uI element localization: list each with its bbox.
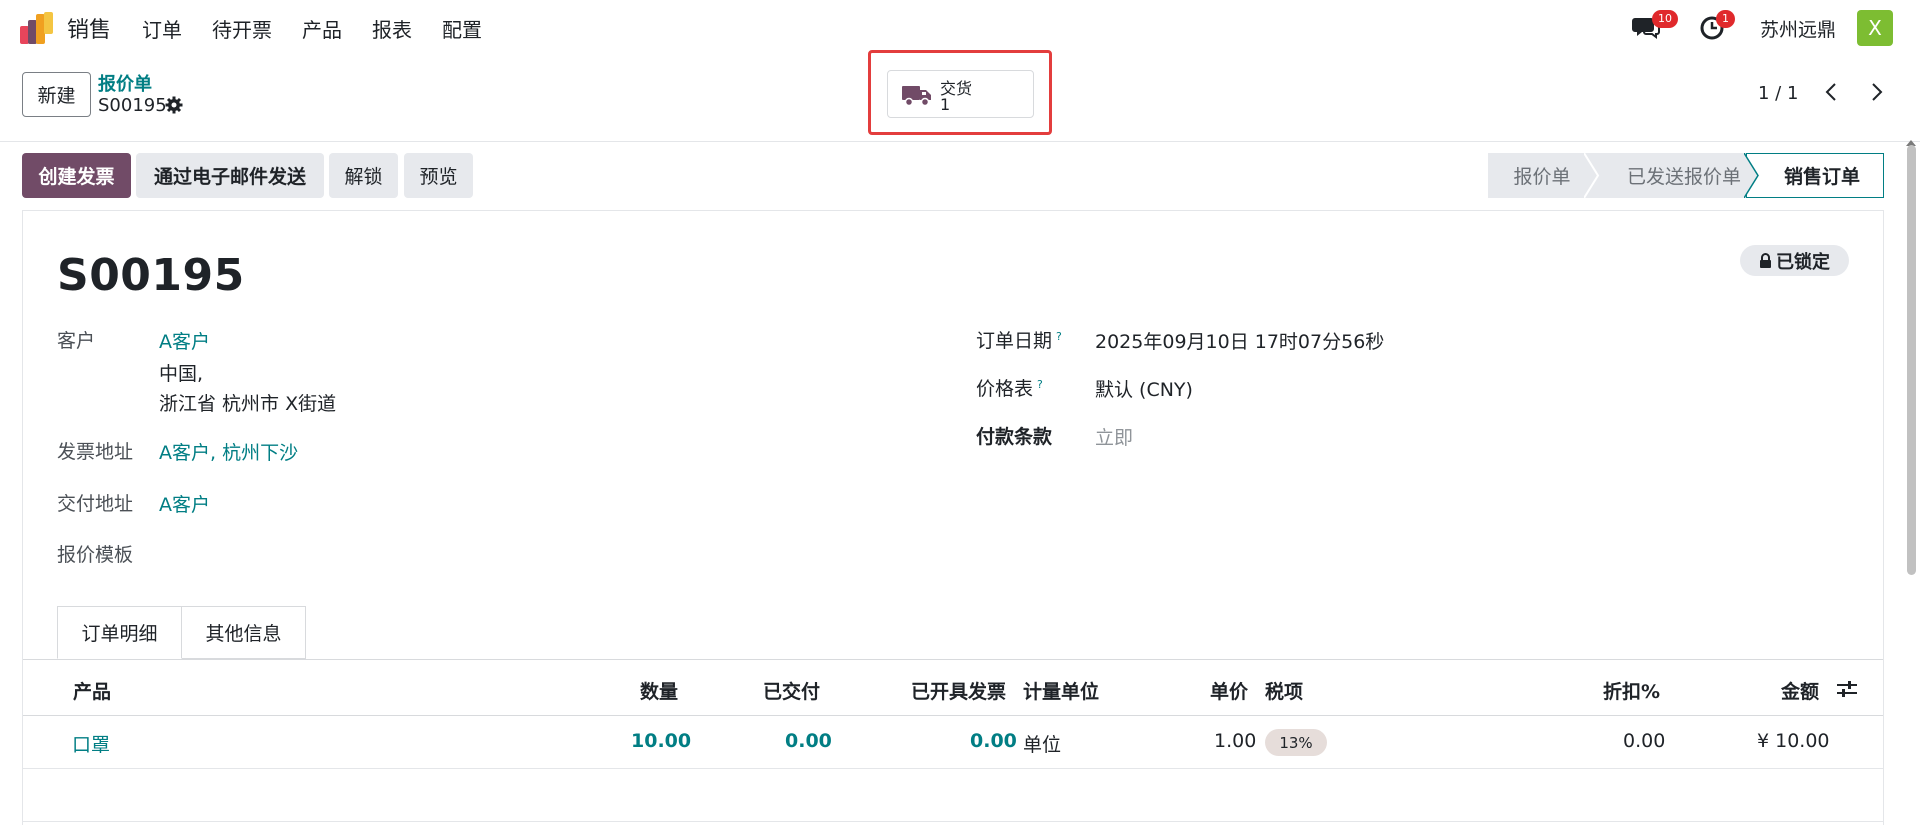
locked-label: 已锁定 <box>1776 251 1830 273</box>
col-product[interactable]: 产品 <box>73 677 111 704</box>
stage-quotation-sent[interactable]: 已发送报价单 <box>1588 153 1758 198</box>
pager-value[interactable]: 1 / 1 <box>1758 83 1798 104</box>
help-tooltip-icon[interactable]: ? <box>1056 330 1062 343</box>
menu-products[interactable]: 产品 <box>302 14 342 43</box>
cell-invoiced[interactable]: 0.00 <box>970 730 1017 752</box>
send-email-button[interactable]: 通过电子邮件发送 <box>136 153 324 198</box>
app-name[interactable]: 销售 <box>67 12 111 44</box>
column-settings-icon[interactable] <box>1836 679 1858 699</box>
col-invoiced[interactable]: 已开具发票 <box>911 677 1006 704</box>
col-discount[interactable]: 折扣% <box>1603 677 1660 704</box>
control-panel-divider <box>0 141 1920 142</box>
create-invoice-button[interactable]: 创建发票 <box>22 153 131 198</box>
lock-icon <box>1760 253 1771 268</box>
quotation-template-label: 报价模板 <box>57 544 134 566</box>
status-bar: 报价单 已发送报价单 销售订单 <box>1488 153 1884 198</box>
company-switcher[interactable]: 苏州远鼎 <box>1760 15 1836 42</box>
help-tooltip-icon[interactable]: ? <box>1037 378 1043 391</box>
delivery-address-field[interactable]: A客户 <box>159 490 210 517</box>
tab-other-info[interactable]: 其他信息 <box>182 606 306 659</box>
delivery-count: 1 <box>940 95 951 114</box>
col-amount[interactable]: 金额 <box>1781 677 1819 704</box>
breadcrumb-current: S00195 <box>98 95 167 116</box>
col-taxes[interactable]: 税项 <box>1265 677 1303 704</box>
scrollbar-thumb[interactable] <box>1907 145 1916 575</box>
new-button[interactable]: 新建 <box>22 72 91 117</box>
col-unit-price[interactable]: 单价 <box>1210 677 1248 704</box>
top-navbar: 销售 订单 待开票 产品 报表 配置 10 1 苏州远鼎 X <box>0 0 1920 55</box>
delivery-address-label: 交付地址 <box>57 493 134 515</box>
cell-delivered[interactable]: 0.00 <box>785 730 832 752</box>
tab-order-lines[interactable]: 订单明细 <box>57 606 182 659</box>
stage-separator <box>1744 153 1759 198</box>
delivery-smart-button[interactable]: 交货 1 <box>887 70 1034 118</box>
empty-table-row <box>23 769 1883 822</box>
cell-product[interactable]: 口罩 <box>72 730 110 757</box>
pricelist-label: 价格表? <box>976 374 1043 401</box>
main-menu: 订单 待开票 产品 报表 配置 <box>142 14 512 43</box>
cell-unit-price[interactable]: 1.00 <box>1214 730 1256 752</box>
col-uom[interactable]: 计量单位 <box>1023 677 1099 704</box>
truck-icon <box>902 86 931 107</box>
stage-separator <box>1584 153 1600 198</box>
pricelist-field[interactable]: 默认 (CNY) <box>1095 375 1193 402</box>
cell-quantity[interactable]: 10.00 <box>631 730 691 752</box>
cell-uom[interactable]: 单位 <box>1023 730 1061 757</box>
col-quantity[interactable]: 数量 <box>640 677 678 704</box>
table-row[interactable]: 口罩 10.00 0.00 0.00 单位 1.00 13% 0.00 ¥ 10… <box>23 716 1883 769</box>
menu-orders[interactable]: 订单 <box>142 14 182 43</box>
payment-terms-field[interactable]: 立即 <box>1095 423 1133 450</box>
chevron-left-icon[interactable] <box>1822 80 1840 104</box>
invoice-address-field[interactable]: A客户, 杭州下沙 <box>159 438 298 465</box>
pricelist-label-text: 价格表 <box>976 378 1034 400</box>
customer-field[interactable]: A客户 <box>159 327 210 354</box>
order-lines-header: 产品 数量 已交付 已开具发票 计量单位 单价 税项 折扣% 金额 <box>23 659 1883 716</box>
locked-badge: 已锁定 <box>1740 245 1849 276</box>
gear-icon[interactable] <box>165 96 183 114</box>
payment-terms-label: 付款条款 <box>976 426 1053 448</box>
invoice-address-label: 发票地址 <box>57 441 134 463</box>
cell-discount[interactable]: 0.00 <box>1623 730 1665 752</box>
chat-badge: 10 <box>1652 10 1678 28</box>
menu-to-invoice[interactable]: 待开票 <box>212 14 272 43</box>
stage-quotation[interactable]: 报价单 <box>1488 153 1596 198</box>
order-date-label: 订单日期? <box>976 326 1062 353</box>
customer-address-line1: 中国, <box>159 363 204 385</box>
order-date-field[interactable]: 2025年09月10日 17时07分56秒 <box>1095 327 1384 354</box>
menu-reporting[interactable]: 报表 <box>372 14 412 43</box>
chevron-right-icon[interactable] <box>1868 80 1886 104</box>
preview-button[interactable]: 预览 <box>404 153 473 198</box>
tax-badge[interactable]: 13% <box>1265 729 1327 756</box>
unlock-button[interactable]: 解锁 <box>329 153 398 198</box>
cell-amount: ¥ 10.00 <box>1757 730 1830 752</box>
col-delivered[interactable]: 已交付 <box>763 677 820 704</box>
customer-address-line2: 浙江省 杭州市 X街道 <box>159 393 337 415</box>
breadcrumb-quotations[interactable]: 报价单 <box>98 70 152 96</box>
activity-badge: 1 <box>1716 10 1735 28</box>
order-date-label-text: 订单日期 <box>976 330 1053 352</box>
menu-configuration[interactable]: 配置 <box>442 14 482 43</box>
user-avatar[interactable]: X <box>1857 10 1893 46</box>
sales-app-icon[interactable] <box>20 12 54 44</box>
customer-label: 客户 <box>57 330 96 352</box>
order-title: S00195 <box>57 250 245 301</box>
